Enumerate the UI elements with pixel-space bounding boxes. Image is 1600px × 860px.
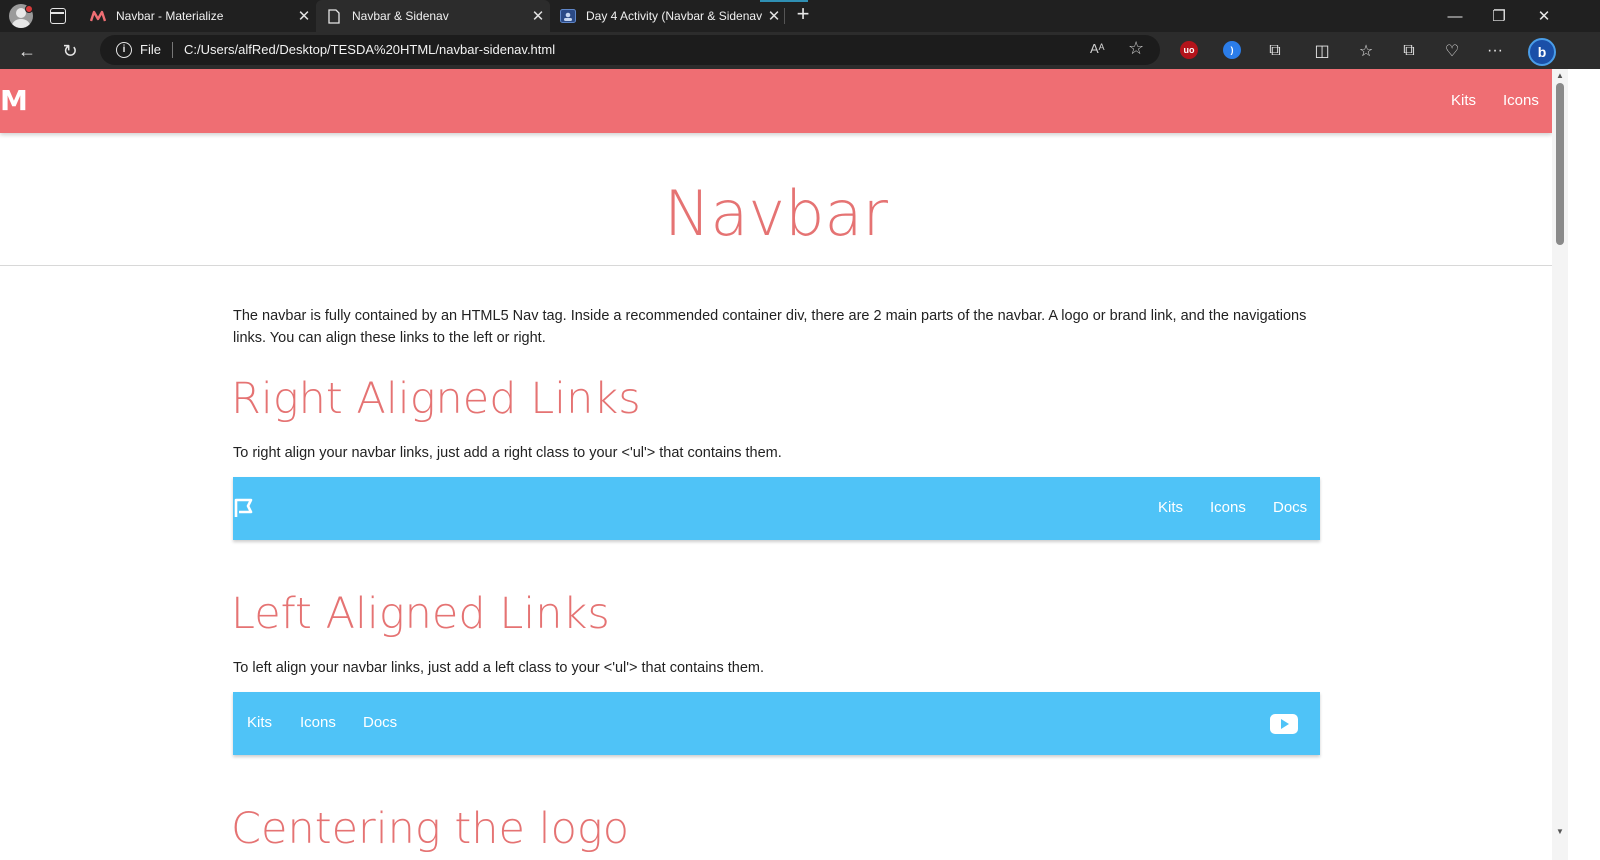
address-divider [172,42,173,58]
site-navbar: M Kits Icons [0,69,1552,133]
close-tab-icon[interactable]: ✕ [762,7,786,25]
demo-link-docs[interactable]: Docs [363,714,397,731]
minimize-icon[interactable]: — [1433,0,1477,32]
tab-separator [784,8,785,24]
refresh-icon[interactable]: ↻ [55,36,85,66]
address-bar[interactable]: i File C:/Users/alfRed/Desktop/TESDA%20H… [100,35,1160,65]
address-url[interactable]: C:/Users/alfRed/Desktop/TESDA%20HTML/nav… [184,42,555,57]
close-tab-icon[interactable]: ✕ [526,7,550,25]
demo-link-icons[interactable]: Icons [1210,499,1246,516]
site-info-icon[interactable]: i [116,42,132,58]
page-title: Navbar [664,177,888,250]
browser-tab-bar: Navbar - Materialize ✕ Navbar & Sidenav … [0,0,1600,32]
nav-link-kits[interactable]: Kits [1451,92,1476,109]
close-window-icon[interactable]: ✕ [1522,0,1566,32]
ublock-origin-icon[interactable]: uo [1180,41,1198,59]
extensions-puzzle-icon[interactable]: ⧉ [1260,36,1290,66]
tab-day4-activity[interactable]: Day 4 Activity (Navbar & Sidenav ✕ [550,0,786,32]
back-arrow-icon[interactable]: ← [12,36,42,66]
close-tab-icon[interactable]: ✕ [292,7,316,25]
copilot-icon[interactable]: b [1528,38,1556,66]
flag-icon[interactable] [233,497,255,519]
restore-icon[interactable]: ❐ [1477,0,1521,32]
section-heading-left-aligned: Left Aligned Links [231,589,610,639]
section-heading-centering-logo: Centering the logo [231,804,630,854]
tab-actions-icon[interactable] [50,8,66,24]
profile-notification-dot [25,5,33,13]
new-tab-icon[interactable]: + [792,3,814,26]
read-aloud-icon[interactable]: Aᴬ [1090,41,1105,56]
nav-link-icons[interactable]: Icons [1503,92,1539,109]
demo-link-kits[interactable]: Kits [1158,499,1183,516]
brand-logo[interactable]: M [0,84,28,117]
tab-title: Day 4 Activity (Navbar & Sidenav [586,9,762,23]
section-text-left-aligned: To left align your navbar links, just ad… [233,660,765,676]
section-heading-right-aligned: Right Aligned Links [231,374,641,424]
browser-toolbar: ← ↻ i File C:/Users/alfRed/Desktop/TESDA… [0,32,1600,69]
tab-title: Navbar - Materialize [116,9,224,23]
classroom-favicon-icon [560,8,576,24]
demo-link-kits[interactable]: Kits [247,714,272,731]
browser-essentials-icon[interactable]: ♡ [1437,36,1467,66]
demo-link-docs[interactable]: Docs [1273,499,1307,516]
page-favicon-icon [326,8,342,24]
tab-title: Navbar & Sidenav [352,9,449,23]
intro-paragraph: The navbar is fully contained by an HTML… [233,308,1307,346]
favorites-icon[interactable]: ☆ [1351,36,1381,66]
page-viewport: M Kits Icons Navbar The navbar is fully … [0,69,1552,860]
demo-navbar-right: Kits Icons Docs [233,477,1320,540]
extension-sound-icon[interactable]: ) [1223,41,1241,59]
youtube-icon[interactable] [1270,714,1298,734]
title-divider [0,265,1552,266]
scroll-up-icon[interactable]: ▲ [1556,71,1564,80]
materialize-favicon-icon [90,8,106,24]
scrollbar-thumb[interactable] [1556,83,1564,245]
scroll-down-icon[interactable]: ▼ [1556,827,1564,836]
demo-link-icons[interactable]: Icons [300,714,336,731]
page-scrollbar[interactable]: ▲ ▼ [1552,69,1568,860]
favorite-star-icon[interactable]: ☆ [1128,38,1144,59]
tab-navbar-materialize[interactable]: Navbar - Materialize ✕ [80,0,316,32]
section-text-right-aligned: To right align your navbar links, just a… [233,445,782,461]
demo-navbar-left: Kits Icons Docs [233,692,1320,755]
tab-navbar-sidenav[interactable]: Navbar & Sidenav ✕ [316,0,550,32]
collections-icon[interactable]: ⧉ [1394,36,1424,66]
address-scheme: File [140,42,161,57]
more-options-icon[interactable]: ··· [1480,36,1510,66]
split-screen-icon[interactable]: ◫ [1307,36,1337,66]
right-gutter [1568,69,1600,860]
